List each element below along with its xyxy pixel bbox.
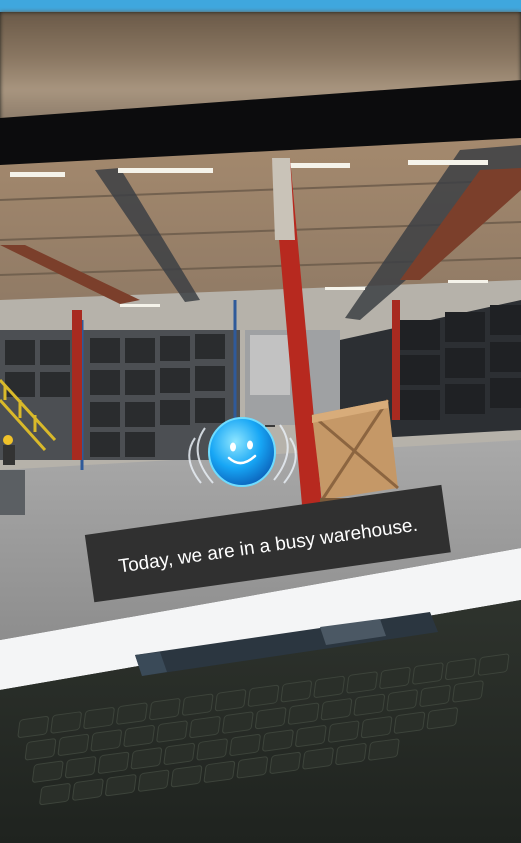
cart [0, 470, 25, 515]
photo-scene: Today, we are in a busy warehouse. [0, 0, 521, 843]
mascot-orb [208, 417, 276, 487]
laptop-photo: Today, we are in a busy warehouse. [0, 80, 521, 843]
